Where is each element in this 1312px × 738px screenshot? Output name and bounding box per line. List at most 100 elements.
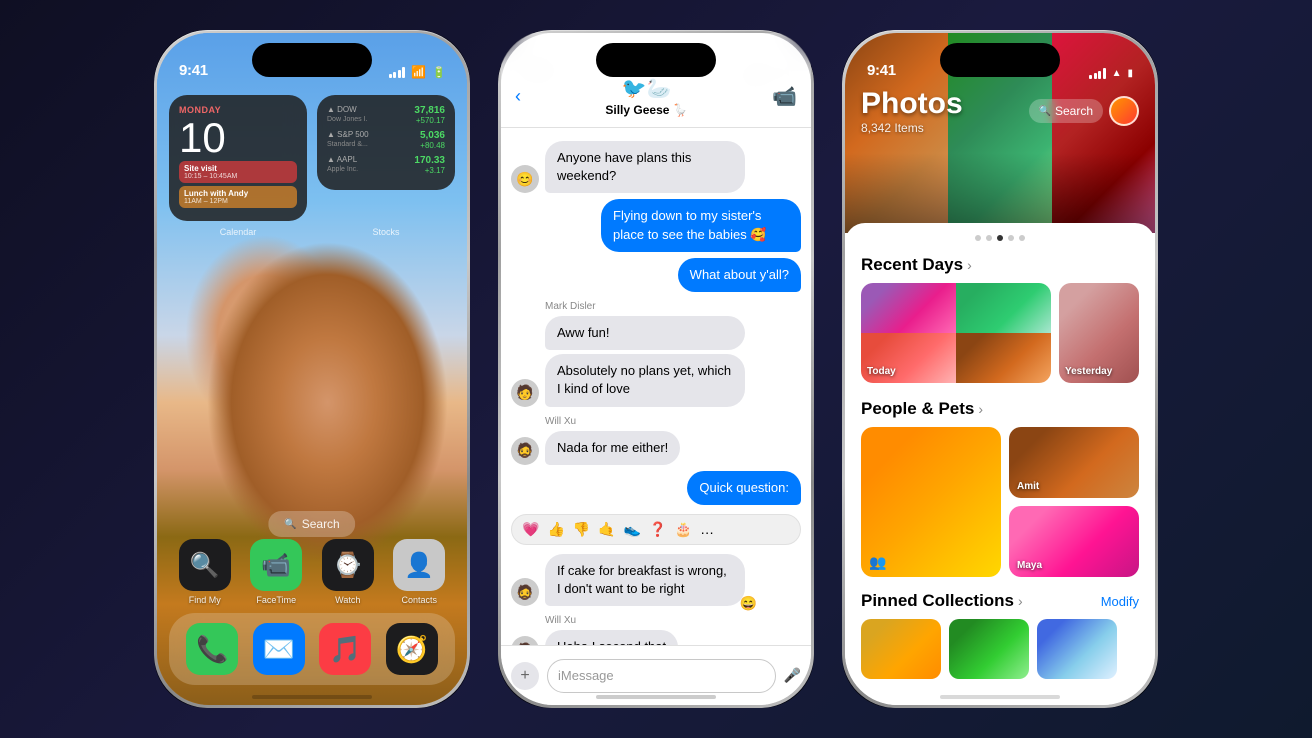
tapback-thumbsdown[interactable]: 👎 xyxy=(573,521,590,538)
dock-compass[interactable]: 🧭 xyxy=(386,623,438,675)
pinned-card-1[interactable] xyxy=(861,619,941,679)
people-chevron: › xyxy=(978,401,983,417)
tapback-cake[interactable]: 🎂 xyxy=(675,521,692,538)
dot-2[interactable] xyxy=(986,235,992,241)
find-my-icon: 🔍 xyxy=(179,539,231,591)
app-find-my[interactable]: 🔍 Find My xyxy=(179,539,231,605)
message-6: 🧔 Nada for me either! xyxy=(501,428,811,468)
dynamic-island-2 xyxy=(596,43,716,77)
photos-user-avatar[interactable] xyxy=(1109,96,1139,126)
dot-1[interactable] xyxy=(975,235,981,241)
dock-music[interactable]: 🎵 xyxy=(319,623,371,675)
home-indicator-2 xyxy=(596,695,716,699)
widgets-row: MONDAY 10 Site visit 10:15 – 10:45AM Lun… xyxy=(169,95,455,221)
pinned-modify-button[interactable]: Modify xyxy=(1101,594,1139,609)
message-plus-button[interactable]: + xyxy=(511,662,539,690)
person-amit-card[interactable]: Amit xyxy=(1009,427,1139,498)
tapback-question[interactable]: ❓ xyxy=(649,521,666,538)
today-label: Today xyxy=(867,366,896,377)
msg-bubble-9: Haha I second that xyxy=(545,630,678,645)
pinned-title-row: Pinned Collections › xyxy=(861,591,1023,611)
contacts-label: Contacts xyxy=(401,595,437,605)
dot-4[interactable] xyxy=(1008,235,1014,241)
yesterday-card[interactable]: Yesterday xyxy=(1059,283,1139,383)
message-4: 🧑 Aww fun! Absolutely no plans yet, whic… xyxy=(501,313,811,410)
messages-body: 😊 Anyone have plans this weekend? Flying… xyxy=(501,128,811,645)
stock-price-aapl: 170.33 xyxy=(414,155,445,166)
dot-5[interactable] xyxy=(1019,235,1025,241)
message-8: 🧔 If cake for breakfast is wrong, I don'… xyxy=(501,551,811,609)
pinned-card-2[interactable] xyxy=(949,619,1029,679)
people-pets-title: People & Pets xyxy=(861,399,974,419)
facetime-icon: 📹 xyxy=(250,539,302,591)
photos-count: 8,342 Items xyxy=(861,121,963,135)
featured-person-card[interactable]: 👥 xyxy=(861,427,1001,577)
message-input-field[interactable]: iMessage xyxy=(547,659,776,693)
photos-body: Recent Days › xyxy=(845,223,1155,705)
phone2-messages: 9:41 ▲ ▮ xyxy=(498,30,814,708)
message-mic-icon[interactable]: 🎤 xyxy=(784,667,801,684)
video-call-button[interactable]: 📹 xyxy=(772,84,797,109)
tapback-heart[interactable]: 💗 xyxy=(522,521,539,538)
dock: 📞 ✉️ 🎵 🧭 xyxy=(169,613,455,685)
stock-item-dow: ▲ DOW 37,816 Dow Jones I. +570.17 xyxy=(327,105,445,125)
tapback-exclaim[interactable]: 👟 xyxy=(624,521,641,538)
tapback-more[interactable]: … xyxy=(700,521,714,537)
recent-days-chevron: › xyxy=(967,257,972,273)
person-maya-card[interactable]: Maya xyxy=(1009,506,1139,577)
search-text-home: Search xyxy=(302,517,340,531)
today-card[interactable]: Today xyxy=(861,283,1051,383)
msg-avatar-will-3: 🧔 xyxy=(511,636,539,645)
imessage-placeholder: iMessage xyxy=(558,668,614,683)
dock-mail[interactable]: ✉️ xyxy=(253,623,305,675)
watch-label: Watch xyxy=(335,595,360,605)
phones-container: 9:41 📶 🔋 xyxy=(0,0,1312,738)
app-contacts[interactable]: 👤 Contacts xyxy=(393,539,445,605)
app-watch[interactable]: ⌚ Watch xyxy=(322,539,374,605)
recent-days-title-row: Recent Days › xyxy=(861,255,972,275)
msg-avatar-1: 😊 xyxy=(511,165,539,193)
app-facetime[interactable]: 📹 FaceTime xyxy=(250,539,302,605)
stocks-widget[interactable]: ▲ DOW 37,816 Dow Jones I. +570.17 xyxy=(317,95,455,190)
calendar-widget[interactable]: MONDAY 10 Site visit 10:15 – 10:45AM Lun… xyxy=(169,95,307,221)
calendar-widget-label: Calendar xyxy=(220,227,257,237)
people-pets-title-row: People & Pets › xyxy=(861,399,983,419)
message-1: 😊 Anyone have plans this weekend? xyxy=(501,138,811,196)
stock-item-sp: ▲ S&P 500 5,036 Standard &... +80.48 xyxy=(327,130,445,150)
photos-search-label: Search xyxy=(1055,104,1093,118)
dot-3[interactable] xyxy=(997,235,1003,241)
tapback-thumbsup[interactable]: 👍 xyxy=(547,521,564,538)
msg-bubble-2: Flying down to my sister's place to see … xyxy=(601,199,801,251)
msg-avatar-will-2: 🧔 xyxy=(511,578,539,606)
cal-event-2: Lunch with Andy 11AM – 12PM xyxy=(179,186,297,208)
maya-name: Maya xyxy=(1017,560,1042,571)
tapback-bar[interactable]: 💗 👍 👎 🤙 👟 ❓ 🎂 … xyxy=(511,514,801,545)
contacts-icon: 👤 xyxy=(393,539,445,591)
signal-icon-3 xyxy=(1089,67,1106,79)
pinned-collections-title: Pinned Collections xyxy=(861,591,1014,611)
search-icon-home: 🔍 xyxy=(284,519,296,530)
message-9: 🧔 Haha I second that 👟 xyxy=(501,627,811,645)
recent-days-title: Recent Days xyxy=(861,255,963,275)
recent-days-grid: Today Yesterday xyxy=(845,283,1155,383)
calendar-widget-wrapper: MONDAY 10 Site visit 10:15 – 10:45AM Lun… xyxy=(169,95,307,221)
stock-full-dow: Dow Jones I. xyxy=(327,116,367,125)
carousel-dots xyxy=(845,235,1155,241)
photos-search-button[interactable]: 🔍 Search xyxy=(1029,99,1103,123)
msg-bubble-8: If cake for breakfast is wrong, I don't … xyxy=(545,554,745,606)
back-button[interactable]: ‹ xyxy=(515,86,521,107)
cal-date: 10 xyxy=(179,117,297,159)
search-bar-home[interactable]: 🔍 Search xyxy=(268,511,355,537)
photos-title-area: Photos 8,342 Items xyxy=(861,87,963,135)
battery-icon-1: 🔋 xyxy=(432,66,445,79)
pinned-card-3[interactable] xyxy=(1037,619,1117,679)
msg-bubble-1: Anyone have plans this weekend? xyxy=(545,141,745,193)
dock-phone[interactable]: 📞 xyxy=(186,623,238,675)
people-pets-grid: 👥 Amit Maya xyxy=(845,427,1155,577)
msg-avatar-mark: 🧑 xyxy=(511,379,539,407)
tapback-haha[interactable]: 🤙 xyxy=(598,521,615,538)
stock-change-aapl: +3.17 xyxy=(425,166,445,175)
status-time-1: 9:41 xyxy=(179,62,208,79)
find-my-label: Find My xyxy=(189,595,221,605)
today-photo-2 xyxy=(956,283,1051,333)
